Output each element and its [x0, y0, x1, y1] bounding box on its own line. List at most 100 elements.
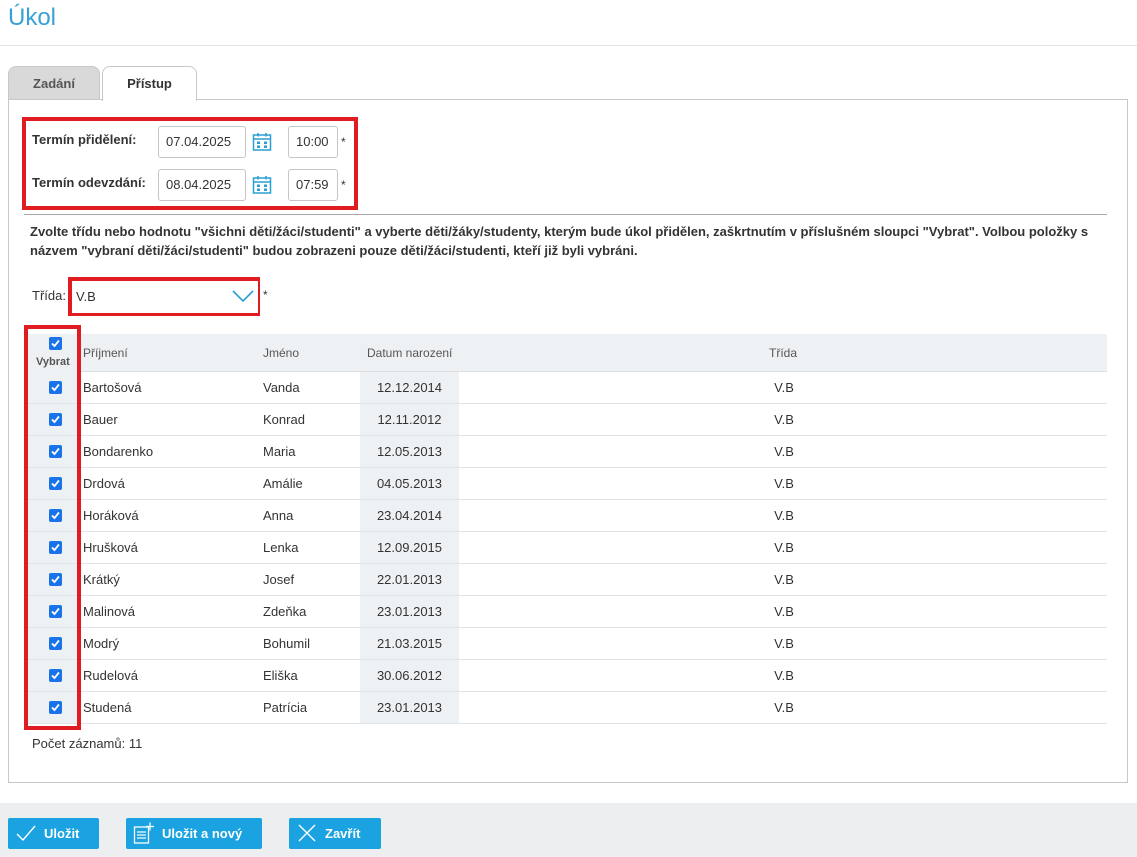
table-row[interactable]: Hrušková Lenka 12.09.2015 V.B	[24, 532, 1107, 564]
table-header: Příjmení Jméno Datum narození Třída	[24, 334, 1107, 372]
surname-cell: Bauer	[83, 412, 118, 427]
select-checkbox[interactable]	[49, 573, 62, 586]
select-checkbox[interactable]	[49, 445, 62, 458]
table-row[interactable]: Krátký Josef 22.01.2013 V.B	[24, 564, 1107, 596]
assigned-date-input[interactable]: 07.04.2025	[158, 126, 246, 158]
birth-cell: 22.01.2013	[360, 564, 459, 595]
class-cell: V.B	[774, 508, 794, 523]
select-checkbox[interactable]	[49, 381, 62, 394]
calendar-icon[interactable]	[252, 132, 272, 152]
add-document-icon	[133, 822, 154, 844]
table-row[interactable]: Malinová Zdeňka 23.01.2013 V.B	[24, 596, 1107, 628]
calendar-icon[interactable]	[252, 175, 272, 195]
name-cell: Eliška	[263, 668, 298, 683]
birth-cell: 12.05.2013	[360, 436, 459, 467]
class-cell: V.B	[774, 700, 794, 715]
birth-cell: 21.03.2015	[360, 628, 459, 659]
close-icon	[298, 824, 316, 842]
surname-cell: Krátký	[83, 572, 120, 587]
instructions-text: Zvolte třídu nebo hodnotu "všichni děti/…	[30, 224, 1089, 258]
tab-pristup[interactable]: Přístup	[102, 66, 197, 101]
name-cell: Vanda	[263, 380, 300, 395]
page-title: Úkol	[8, 4, 57, 31]
required-mark: *	[263, 288, 268, 302]
select-checkbox[interactable]	[49, 413, 62, 426]
required-mark: *	[341, 178, 346, 192]
class-filter-label: Třída:	[32, 288, 66, 303]
class-cell: V.B	[774, 604, 794, 619]
class-cell: V.B	[774, 540, 794, 555]
due-time-input[interactable]: 07:59	[288, 169, 338, 201]
header-surname[interactable]: Příjmení	[83, 346, 128, 360]
class-select[interactable]: V.B	[72, 281, 258, 313]
birth-cell: 12.12.2014	[360, 372, 459, 403]
surname-cell: Rudelová	[83, 668, 138, 683]
table-row[interactable]: Rudelová Eliška 30.06.2012 V.B	[24, 660, 1107, 692]
select-checkbox[interactable]	[49, 477, 62, 490]
name-cell: Josef	[263, 572, 295, 587]
birth-cell: 30.06.2012	[360, 660, 459, 691]
class-cell: V.B	[774, 476, 794, 491]
birth-cell: 12.09.2015	[360, 532, 459, 563]
check-icon	[16, 825, 36, 842]
header-birth[interactable]: Datum narození	[367, 346, 452, 360]
surname-cell: Studená	[83, 700, 132, 715]
class-cell: V.B	[774, 668, 794, 683]
save-button[interactable]: Uložit	[8, 818, 99, 849]
class-cell: V.B	[774, 412, 794, 427]
name-cell: Bohumil	[263, 636, 310, 651]
select-all-checkbox[interactable]	[49, 337, 62, 350]
class-cell: V.B	[774, 636, 794, 651]
surname-cell: Malinová	[83, 604, 136, 619]
birth-cell: 23.01.2013	[360, 692, 459, 723]
birth-cell: 23.01.2013	[360, 596, 459, 627]
save-button-label: Uložit	[44, 826, 80, 841]
required-mark: *	[341, 135, 346, 149]
birth-cell: 04.05.2013	[360, 468, 459, 499]
class-select-value: V.B	[76, 289, 96, 304]
assigned-time-input[interactable]: 10:00	[288, 126, 338, 158]
select-checkbox[interactable]	[49, 637, 62, 650]
table-row[interactable]: Bartošová Vanda 12.12.2014 V.B	[24, 372, 1107, 404]
class-cell: V.B	[774, 572, 794, 587]
chevron-down-icon	[232, 290, 254, 303]
save-and-new-button-label: Uložit a nový	[162, 826, 243, 841]
surname-cell: Bondarenko	[83, 444, 154, 459]
select-checkbox[interactable]	[49, 605, 62, 618]
surname-cell: Hrušková	[83, 540, 138, 555]
surname-cell: Horáková	[83, 508, 139, 523]
birth-cell: 12.11.2012	[360, 404, 459, 435]
table-row[interactable]: Bauer Konrad 12.11.2012 V.B	[24, 404, 1107, 436]
select-checkbox[interactable]	[49, 541, 62, 554]
surname-cell: Bartošová	[83, 380, 142, 395]
table-row[interactable]: Bondarenko Maria 12.05.2013 V.B	[24, 436, 1107, 468]
page-header: Úkol	[0, 0, 1137, 46]
table-row[interactable]: Studená Patrícia 23.01.2013 V.B	[24, 692, 1107, 724]
save-and-new-button[interactable]: Uložit a nový	[126, 818, 262, 849]
header-name[interactable]: Jméno	[263, 346, 299, 360]
name-cell: Zdeňka	[263, 604, 307, 619]
table-row[interactable]: Drdová Amálie 04.05.2013 V.B	[24, 468, 1107, 500]
due-date-input[interactable]: 08.04.2025	[158, 169, 246, 201]
table-row[interactable]: Modrý Bohumil 21.03.2015 V.B	[24, 628, 1107, 660]
close-button-label: Zavřít	[325, 826, 361, 841]
select-checkbox[interactable]	[49, 701, 62, 714]
name-cell: Konrad	[263, 412, 305, 427]
header-class[interactable]: Třída	[769, 346, 797, 360]
select-checkbox[interactable]	[49, 509, 62, 522]
divider	[24, 214, 1107, 215]
name-cell: Maria	[263, 444, 296, 459]
name-cell: Lenka	[263, 540, 299, 555]
class-cell: V.B	[774, 444, 794, 459]
table-row[interactable]: Horáková Anna 23.04.2014 V.B	[24, 500, 1107, 532]
close-button[interactable]: Zavřít	[289, 818, 381, 849]
class-cell: V.B	[774, 380, 794, 395]
birth-cell: 23.04.2014	[360, 500, 459, 531]
header-select: Vybrat	[36, 356, 70, 368]
tab-zadani[interactable]: Zadání	[8, 66, 100, 100]
name-cell: Anna	[263, 508, 294, 523]
due-label: Termín odevzdání:	[32, 175, 146, 190]
name-cell: Patrícia	[263, 700, 308, 715]
surname-cell: Drdová	[83, 476, 125, 491]
select-checkbox[interactable]	[49, 669, 62, 682]
